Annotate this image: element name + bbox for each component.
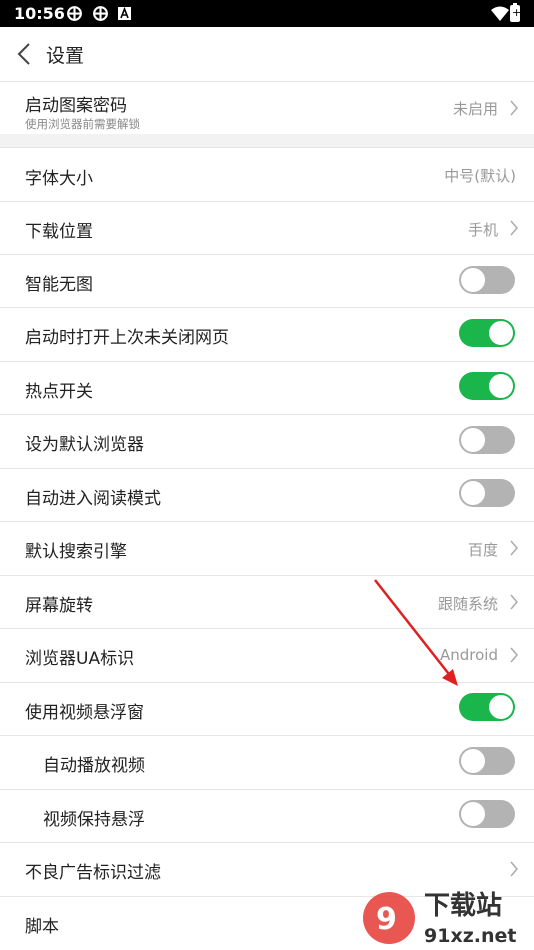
toggle-knob <box>489 695 513 719</box>
chevron-right-icon <box>510 100 518 116</box>
row-label: 默认搜索引擎 <box>25 542 127 562</box>
annotation-arrow-icon <box>374 579 458 686</box>
notification-icon <box>93 6 108 21</box>
row-label: 视频保持悬浮 <box>43 810 145 830</box>
settings-row-autoplay-video: 自动播放视频 <box>0 736 534 790</box>
row-label: 热点开关 <box>25 382 93 402</box>
chevron-right-icon <box>510 861 518 877</box>
toggle-switch[interactable] <box>459 800 515 828</box>
toggle-switch[interactable] <box>459 479 515 507</box>
row-label: 自动播放视频 <box>43 756 145 776</box>
row-label: 设为默认浏览器 <box>25 435 144 455</box>
settings-row-reading-mode: 自动进入阅读模式 <box>0 469 534 522</box>
chevron-right-icon <box>510 540 518 556</box>
row-label: 浏览器UA标识 <box>25 649 135 669</box>
settings-row-pattern-password[interactable]: 启动图案密码 使用浏览器前需要解锁 未启用 <box>0 82 534 135</box>
row-value: 未启用 <box>452 100 498 118</box>
status-bar: 10:56 + <box>0 0 534 27</box>
settings-row-font-size[interactable]: 字体大小 中号(默认) <box>0 148 534 202</box>
row-label: 下载位置 <box>25 222 93 242</box>
row-label: 使用视频悬浮窗 <box>25 703 144 723</box>
watermark-text-2: 91xz.net <box>424 925 516 947</box>
row-label: 启动图案密码 <box>25 96 127 116</box>
row-value: 手机 <box>467 221 498 239</box>
row-value: 百度 <box>467 541 498 559</box>
toggle-knob <box>461 749 485 773</box>
back-chevron-icon[interactable] <box>12 40 38 68</box>
chevron-right-icon <box>510 647 518 663</box>
toggle-knob <box>461 802 485 826</box>
toggle-knob <box>461 428 485 452</box>
battery-icon: + <box>510 3 521 22</box>
toggle-knob <box>489 374 513 398</box>
toggle-switch[interactable] <box>459 372 515 400</box>
settings-row-search-engine[interactable]: 默认搜索引擎 百度 <box>0 522 534 576</box>
row-label: 自动进入阅读模式 <box>25 489 161 509</box>
notification-icon <box>118 7 131 20</box>
toggle-knob <box>489 321 513 345</box>
page-title: 设置 <box>46 45 85 67</box>
settings-row-default-browser: 设为默认浏览器 <box>0 415 534 469</box>
row-label: 启动时打开上次未关闭网页 <box>25 328 229 348</box>
row-label: 字体大小 <box>25 169 93 189</box>
toggle-switch[interactable] <box>459 747 515 775</box>
toggle-switch[interactable] <box>459 319 515 347</box>
settings-row-hotspot: 热点开关 <box>0 362 534 415</box>
watermark-text-1: 下载站 <box>424 891 502 921</box>
section-divider <box>0 134 534 148</box>
row-label: 智能无图 <box>25 275 93 295</box>
toggle-switch[interactable] <box>459 266 515 294</box>
svg-text:9: 9 <box>376 902 397 937</box>
chevron-right-icon <box>510 594 518 610</box>
row-label: 屏幕旋转 <box>25 596 93 616</box>
settings-row-download-location[interactable]: 下载位置 手机 <box>0 202 534 255</box>
settings-row-keep-floating: 视频保持悬浮 <box>0 790 534 843</box>
app-header: 设置 <box>0 27 534 82</box>
status-time: 10:56 <box>14 4 65 23</box>
toggle-knob <box>461 481 485 505</box>
watermark-logo: 9 下载站 91xz.net <box>363 891 516 947</box>
notification-icon <box>67 6 82 21</box>
row-sublabel: 使用浏览器前需要解锁 <box>25 117 140 131</box>
toggle-switch[interactable] <box>459 426 515 454</box>
settings-row-smart-no-image: 智能无图 <box>0 255 534 308</box>
chevron-right-icon <box>510 220 518 236</box>
row-label: 脚本 <box>25 917 59 937</box>
toggle-knob <box>461 268 485 292</box>
row-value: 中号(默认) <box>444 167 516 185</box>
settings-row-restore-pages: 启动时打开上次未关闭网页 <box>0 308 534 362</box>
wifi-icon <box>491 6 509 21</box>
row-label: 不良广告标识过滤 <box>25 863 161 883</box>
